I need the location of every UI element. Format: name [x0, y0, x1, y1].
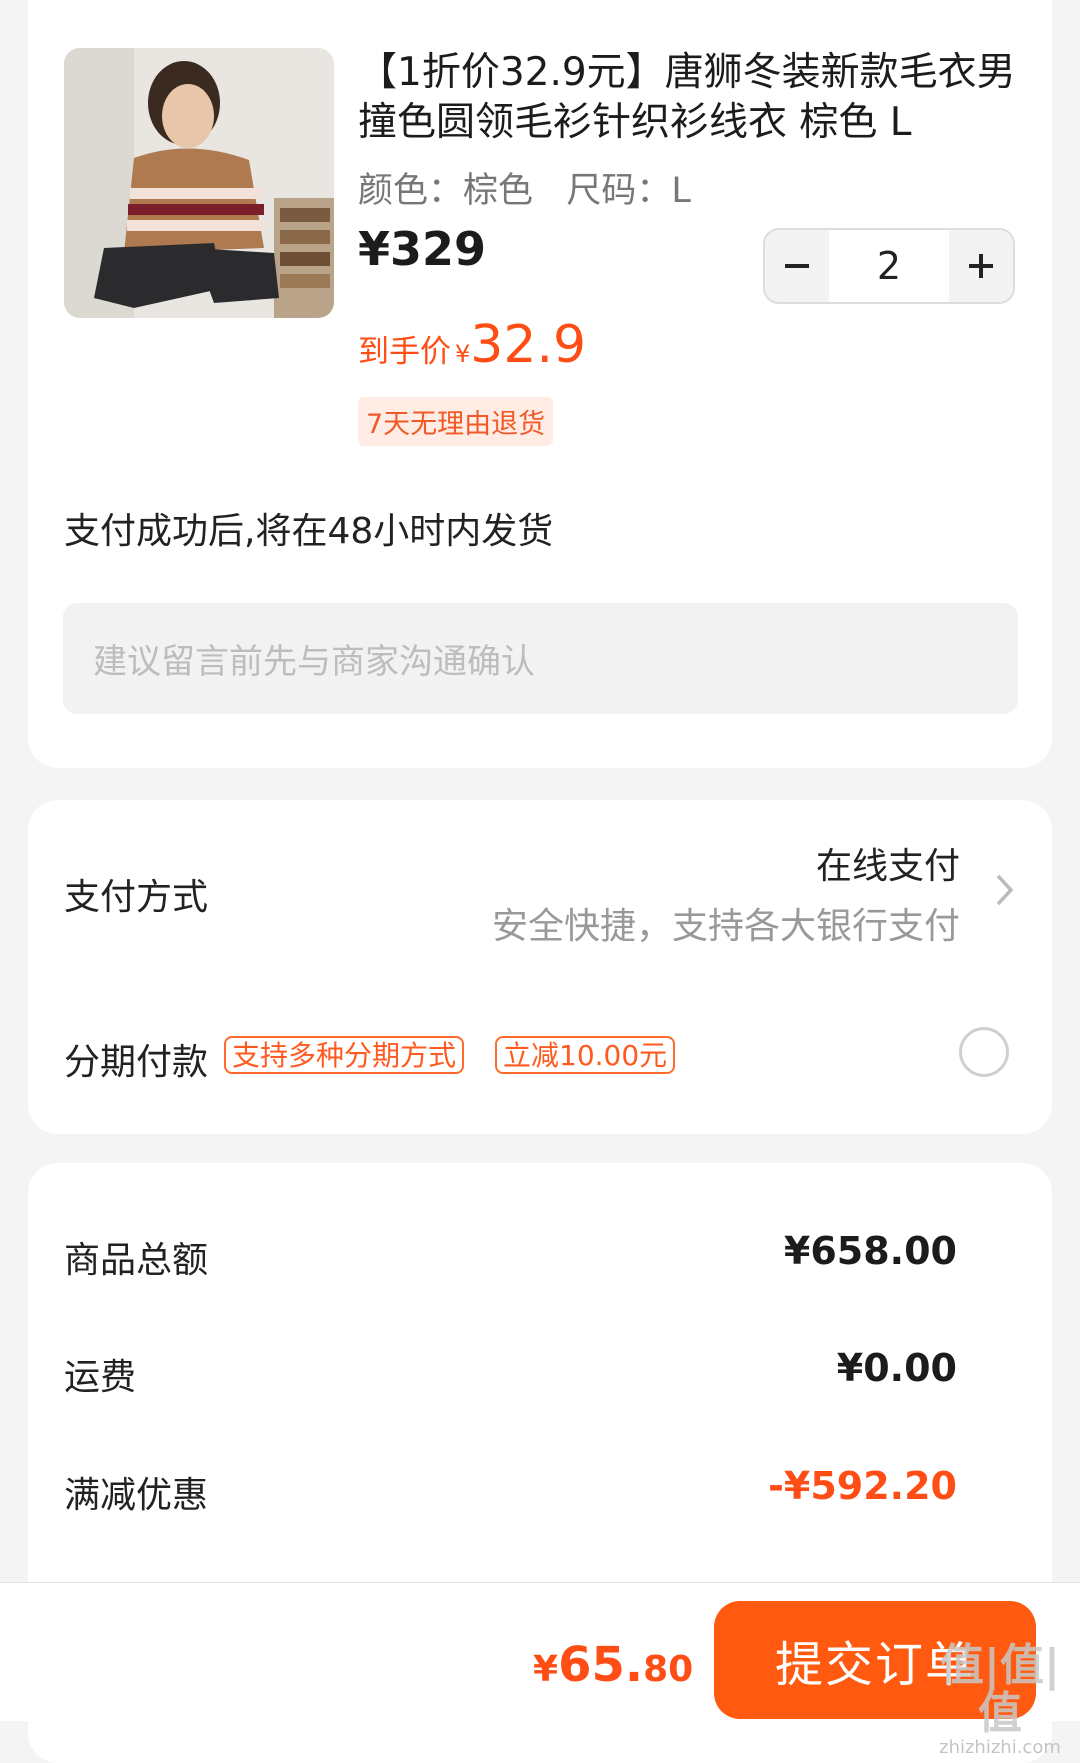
product-image[interactable]: [64, 48, 334, 318]
payment-method-desc: 安全快捷，支持各大银行支付: [491, 906, 960, 947]
total-integer: 65.: [558, 1637, 644, 1693]
final-price-currency: ¥: [455, 340, 471, 368]
discount-tag: 立减10.00元: [495, 1036, 676, 1074]
total-decimal: 80: [643, 1649, 694, 1690]
quantity-stepper: 2: [763, 228, 1015, 304]
installment-label: 分期付款: [64, 1042, 209, 1083]
product-card: 【1折价32.9元】唐狮冬装新款毛衣男撞色圆领毛衫针织衫线衣 棕色 L 颜色：棕…: [28, 0, 1052, 768]
payment-method-value[interactable]: 在线支付: [816, 837, 960, 889]
subtotal-label: 商品总额: [64, 1240, 209, 1281]
minus-icon: [785, 264, 809, 268]
total-currency: ¥: [533, 1649, 559, 1690]
watermark-domain: zhizhizhi.com: [939, 1737, 1061, 1758]
message-input[interactable]: 建议留言前先与商家沟通确认: [63, 603, 1018, 714]
watermark-text: 值|值|值: [939, 1640, 1061, 1739]
installment-tag: 支持多种分期方式: [224, 1036, 465, 1074]
payment-method-label: 支付方式: [64, 877, 209, 918]
product-price: ¥329: [358, 222, 487, 276]
discount-value: -¥592.20: [768, 1464, 957, 1508]
plus-icon: [969, 254, 993, 278]
decrease-quantity-button[interactable]: [765, 230, 829, 302]
payment-card: 支付方式 在线支付 安全快捷，支持各大银行支付 分期付款 支持多种分期方式 立减…: [28, 800, 1052, 1134]
quantity-value[interactable]: 2: [829, 230, 949, 302]
final-price-label: 到手价: [358, 334, 451, 370]
installment-radio[interactable]: [959, 1027, 1009, 1077]
product-photo-icon: [64, 48, 334, 318]
final-price: 到手价 ¥32.9: [358, 315, 586, 375]
total-price: ¥65.80: [533, 1637, 693, 1693]
checkout-bar: ¥65.80 提交订单: [0, 1582, 1080, 1721]
product-specs[interactable]: 颜色：棕色 尺码：L: [358, 162, 691, 213]
watermark: 值|值|值 zhizhizhi.com: [930, 1642, 1070, 1758]
chevron-right-icon[interactable]: [990, 870, 1018, 910]
product-title: 【1折价32.9元】唐狮冬装新款毛衣男撞色圆领毛衫针织衫线衣 棕色 L: [358, 50, 1016, 145]
return-policy-badge: 7天无理由退货: [358, 397, 554, 446]
final-price-value: 32.9: [470, 315, 587, 375]
shipping-fee-value: ¥0.00: [836, 1346, 957, 1390]
increase-quantity-button[interactable]: [949, 230, 1013, 302]
discount-label: 满减优惠: [64, 1475, 209, 1516]
shipping-fee-label: 运费: [64, 1357, 137, 1398]
subtotal-value: ¥658.00: [783, 1229, 957, 1273]
shipping-note: 支付成功后,将在48小时内发货: [64, 511, 554, 552]
